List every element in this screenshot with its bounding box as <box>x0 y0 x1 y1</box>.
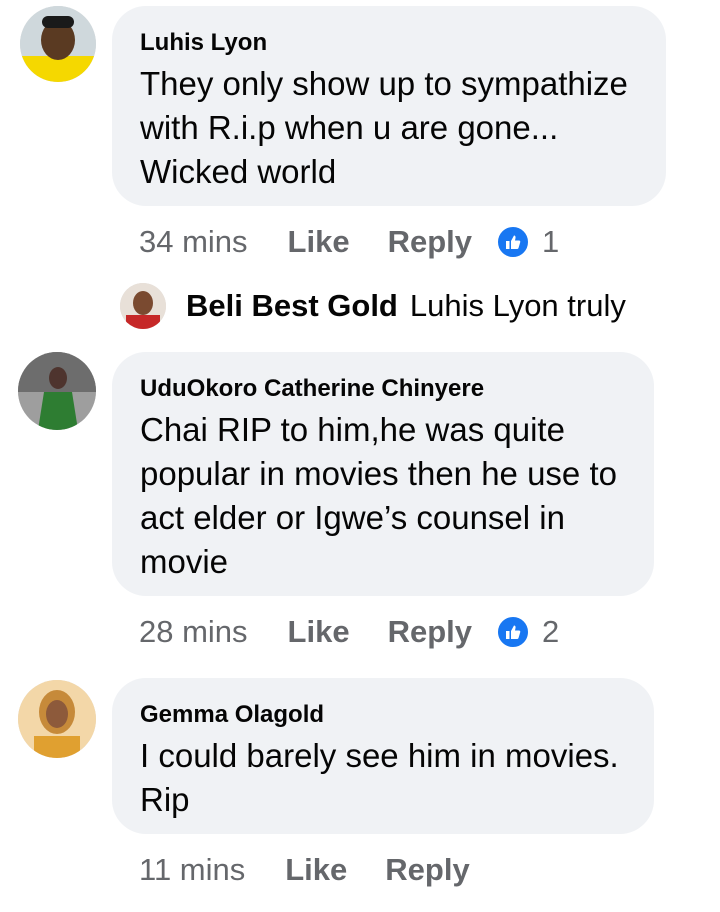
comment-author[interactable]: Luhis Lyon <box>140 28 638 58</box>
reply-author[interactable]: Beli Best Gold <box>186 288 398 324</box>
reply-text: Luhis Lyon truly <box>409 288 626 323</box>
comment-actions: 28 mins Like Reply 2 <box>139 612 559 652</box>
comment-bubble: Gemma Olagold I could barely see him in … <box>112 678 654 834</box>
comment-text-line: Chai RIP to him,he was quite <box>140 411 565 448</box>
comment-timestamp[interactable]: 28 mins <box>139 614 248 650</box>
comment-text-line: act elder or Igwe’s counsel in <box>140 499 565 536</box>
comment-text-line: Wicked world <box>140 153 337 190</box>
comment-text-line: popular in movies then he use to <box>140 455 617 492</box>
thumbs-up-icon <box>496 615 530 649</box>
comment-text-line: Rip <box>140 781 190 818</box>
reply-button[interactable]: Reply <box>385 852 469 888</box>
reply-preview[interactable]: Beli Best Gold Luhis Lyon truly <box>120 283 626 329</box>
thumbs-up-icon <box>496 225 530 259</box>
avatar[interactable] <box>18 352 96 430</box>
reaction-count: 2 <box>542 614 560 649</box>
comment-text-line: I could barely see him in movies. <box>140 737 619 774</box>
comment-timestamp[interactable]: 11 mins <box>139 852 245 888</box>
comment-timestamp[interactable]: 34 mins <box>139 224 248 260</box>
like-button[interactable]: Like <box>288 224 350 260</box>
reaction-summary[interactable]: 1 <box>496 224 559 260</box>
comment-actions: 34 mins Like Reply 1 <box>139 222 559 262</box>
comment-actions: 11 mins Like Reply <box>139 850 470 890</box>
reaction-count: 1 <box>542 224 560 259</box>
like-button[interactable]: Like <box>288 614 350 650</box>
avatar[interactable] <box>18 680 96 758</box>
avatar[interactable] <box>120 283 166 329</box>
reply-button[interactable]: Reply <box>388 224 472 260</box>
comment-author[interactable]: Gemma Olagold <box>140 700 626 730</box>
reply-button[interactable]: Reply <box>388 614 472 650</box>
avatar[interactable] <box>20 6 96 82</box>
comment-text-line: They only show up to sympathize <box>140 65 628 102</box>
reaction-summary[interactable]: 2 <box>496 614 559 650</box>
comment-bubble: Luhis Lyon They only show up to sympathi… <box>112 6 666 206</box>
comment-text-line: with R.i.p when u are gone... <box>140 109 559 146</box>
comment-bubble: UduOkoro Catherine Chinyere Chai RIP to … <box>112 352 654 596</box>
comment-text-line: movie <box>140 543 229 580</box>
like-button[interactable]: Like <box>285 852 347 888</box>
comment-author[interactable]: UduOkoro Catherine Chinyere <box>140 374 626 404</box>
